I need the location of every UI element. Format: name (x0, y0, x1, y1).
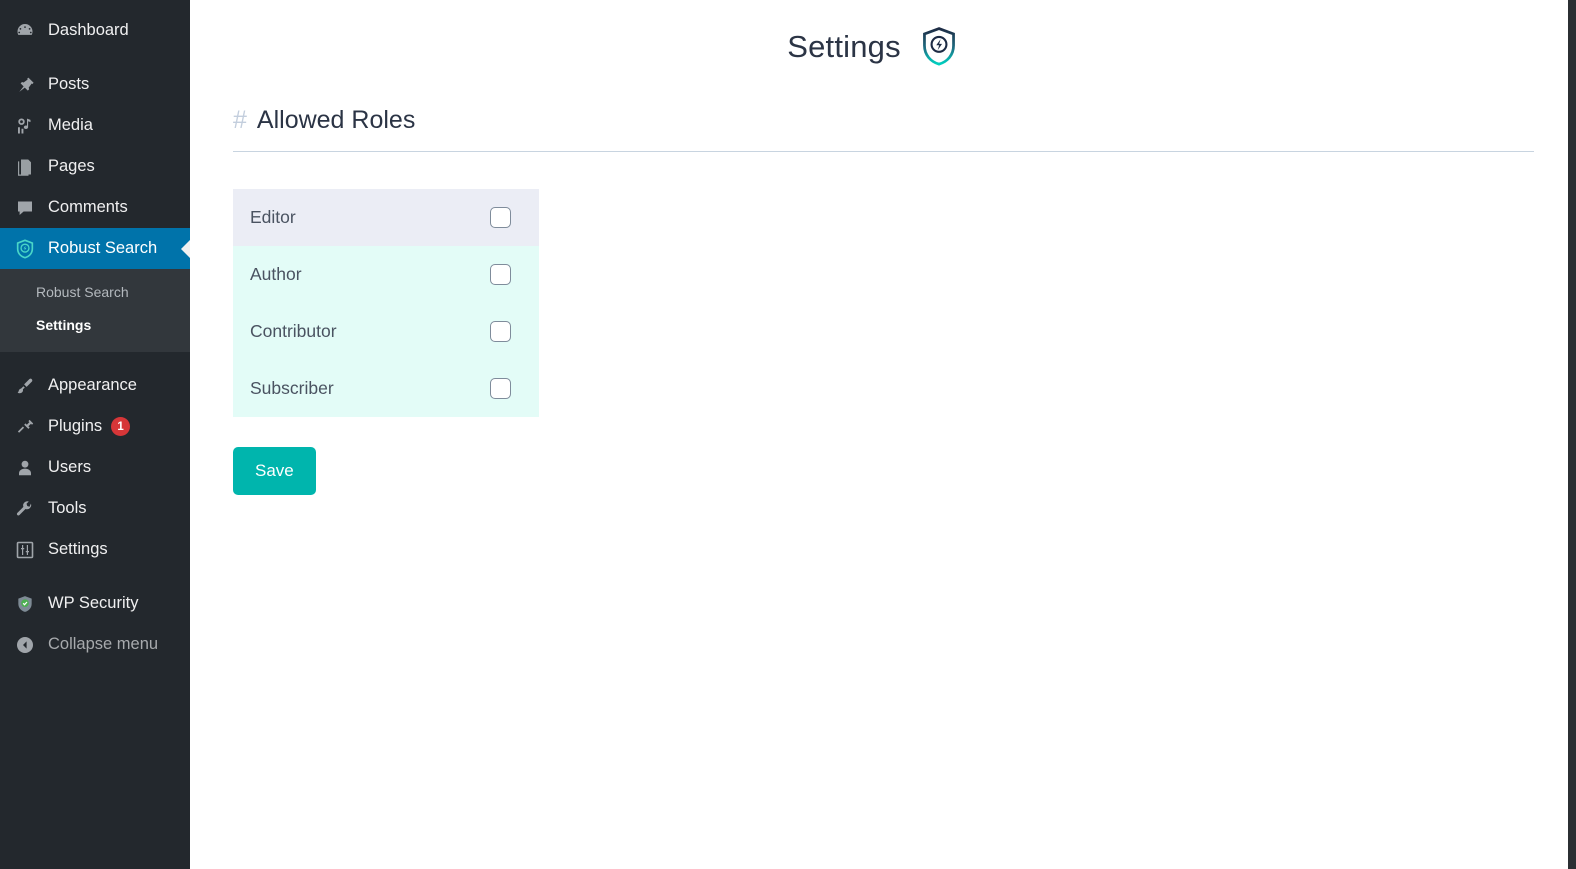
sidebar-item-dashboard[interactable]: Dashboard (0, 10, 190, 51)
pages-icon (10, 156, 40, 178)
sidebar-item-pages[interactable]: Pages (0, 146, 190, 187)
save-button[interactable]: Save (233, 447, 316, 495)
page-scrollbar[interactable] (1568, 0, 1576, 869)
sidebar-item-robust-search[interactable]: Robust Search (0, 228, 190, 269)
sidebar-item-label: Robust Search (48, 239, 158, 258)
sidebar-item-media[interactable]: Media (0, 105, 190, 146)
sidebar-submenu-robust-search: Robust Search Settings (0, 269, 190, 352)
sidebar-top-spacer (0, 0, 190, 10)
submenu-item-settings[interactable]: Settings (0, 309, 190, 342)
sliders-icon (10, 539, 40, 561)
shield-bolt-icon (10, 238, 40, 260)
role-label: Author (250, 264, 302, 284)
dashboard-icon (10, 20, 40, 42)
admin-sidebar: Dashboard Posts Media Pages Comments Rob… (0, 0, 190, 869)
user-icon (10, 457, 40, 479)
settings-content: # Allowed Roles Editor Author Contributo… (190, 106, 1576, 495)
plug-icon (10, 416, 40, 438)
active-arrow-icon (181, 239, 190, 258)
sidebar-item-label: Collapse menu (48, 635, 159, 654)
sidebar-item-label: Media (48, 116, 93, 135)
role-checkbox-author[interactable] (490, 264, 511, 285)
role-row-author[interactable]: Author (233, 246, 539, 303)
sidebar-item-collapse-menu[interactable]: Collapse menu (0, 624, 190, 665)
submenu-item-robust-search[interactable]: Robust Search (0, 276, 190, 309)
page-header: Settings (190, 0, 1576, 68)
role-checkbox-contributor[interactable] (490, 321, 511, 342)
sidebar-item-label: Dashboard (48, 21, 129, 40)
sidebar-item-label: WP Security (48, 594, 139, 613)
section-heading: # Allowed Roles (233, 106, 1555, 135)
media-icon (10, 115, 40, 137)
sidebar-item-users[interactable]: Users (0, 447, 190, 488)
sidebar-item-plugins[interactable]: Plugins 1 (0, 406, 190, 447)
sidebar-item-label: Pages (48, 157, 95, 176)
main-content: Settings # Allowed Roles Editor Author C… (190, 0, 1576, 869)
sidebar-item-label: Posts (48, 75, 90, 94)
page-title: Settings (787, 29, 901, 64)
sidebar-item-posts[interactable]: Posts (0, 64, 190, 105)
sidebar-item-wp-security[interactable]: WP Security (0, 583, 190, 624)
anchor-hash-icon[interactable]: # (233, 106, 247, 135)
sidebar-item-appearance[interactable]: Appearance (0, 365, 190, 406)
sidebar-item-label: Appearance (48, 376, 137, 395)
role-label: Editor (250, 207, 296, 227)
plugins-update-badge: 1 (111, 417, 131, 436)
wrench-icon (10, 498, 40, 520)
sidebar-item-tools[interactable]: Tools (0, 488, 190, 529)
sidebar-item-label: Plugins (48, 417, 103, 436)
sidebar-item-label: Users (48, 458, 92, 477)
sidebar-group-gap-2 (0, 352, 190, 365)
sidebar-item-comments[interactable]: Comments (0, 187, 190, 228)
role-label: Subscriber (250, 378, 334, 398)
allowed-roles-list: Editor Author Contributor Subscriber (233, 189, 539, 417)
shield-bolt-logo-icon (919, 26, 959, 68)
sidebar-item-label: Comments (48, 198, 128, 217)
role-row-contributor[interactable]: Contributor (233, 303, 539, 360)
brush-icon (10, 375, 40, 397)
sidebar-item-settings[interactable]: Settings (0, 529, 190, 570)
pin-icon (10, 74, 40, 96)
role-row-subscriber[interactable]: Subscriber (233, 360, 539, 417)
collapse-arrow-icon (10, 634, 40, 656)
role-label: Contributor (250, 321, 337, 341)
section-title: Allowed Roles (256, 106, 416, 134)
sidebar-item-label: Tools (48, 499, 87, 518)
role-checkbox-subscriber[interactable] (490, 378, 511, 399)
sidebar-item-label: Settings (48, 540, 108, 559)
shield-check-icon (10, 593, 40, 615)
comment-icon (10, 197, 40, 219)
sidebar-group-gap-3 (0, 570, 190, 583)
section-divider (233, 151, 1534, 152)
role-checkbox-editor[interactable] (490, 207, 511, 228)
role-row-editor[interactable]: Editor (233, 189, 539, 246)
